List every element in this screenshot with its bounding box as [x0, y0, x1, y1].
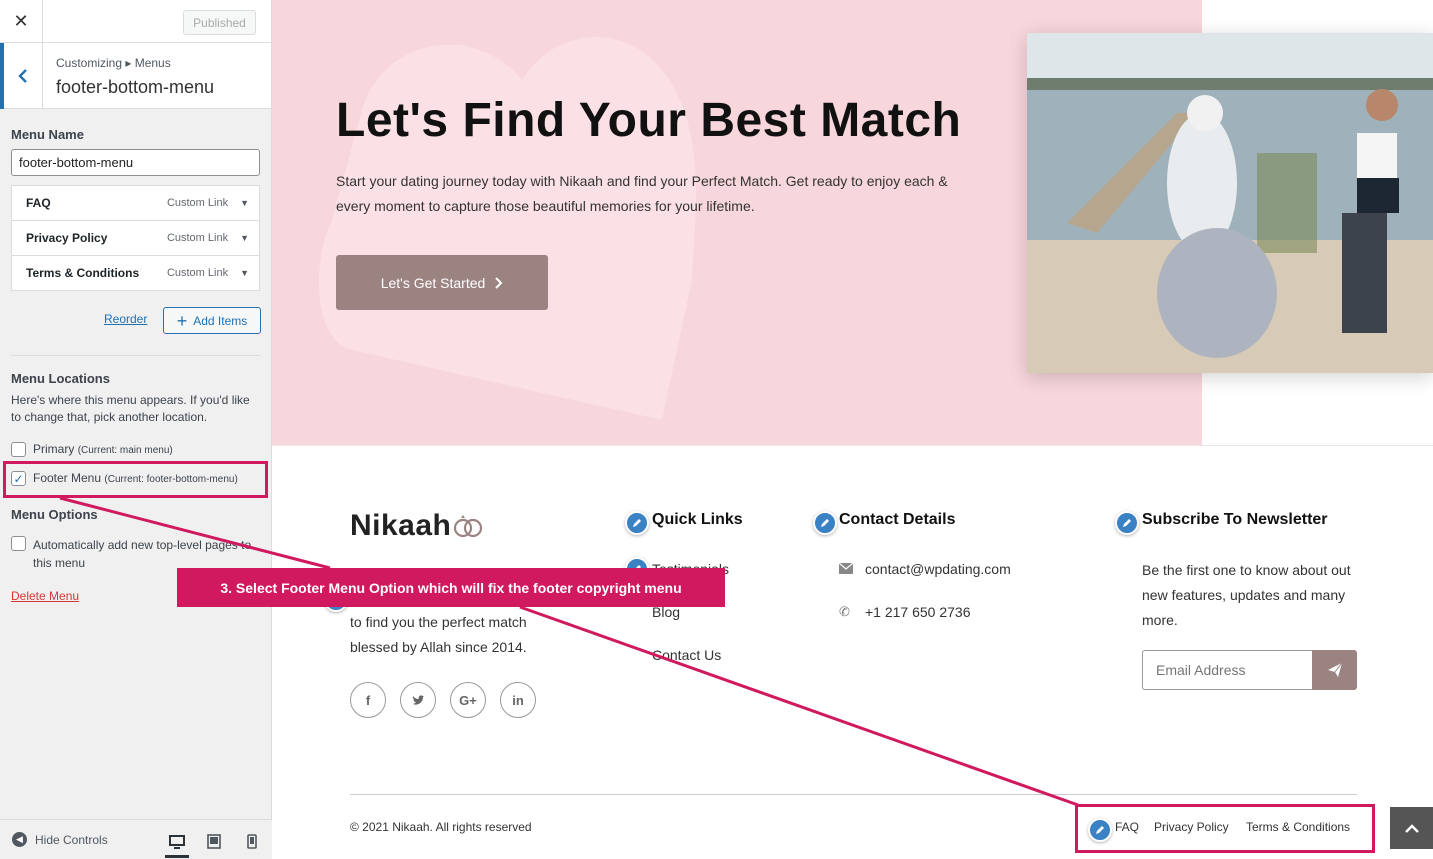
hide-controls-button[interactable]: ◀ Hide Controls [12, 832, 108, 847]
get-started-button[interactable]: Let's Get Started [336, 255, 548, 310]
delete-menu-link[interactable]: Delete Menu [11, 589, 79, 603]
rings-icon [454, 515, 483, 538]
plus-icon: + [176, 310, 188, 331]
copyright-text: © 2021 Nikaah. All rights reserved [350, 820, 532, 834]
chevron-left-icon [18, 69, 27, 83]
menu-items-list: FAQ Custom Link ▼ Privacy Policy Custom … [11, 185, 260, 291]
contact-details-title: Contact Details [839, 511, 956, 528]
tablet-icon [207, 833, 221, 849]
paper-plane-icon [1327, 662, 1342, 677]
mobile-icon [247, 833, 257, 849]
menu-name-label: Menu Name [11, 127, 84, 142]
caret-down-icon[interactable]: ▼ [240, 198, 249, 208]
customizer-sidebar: ✕ Published Customizing ▸ Menus footer-b… [0, 0, 272, 859]
logo-text: Nikaah [350, 509, 452, 542]
site-logo[interactable]: Nikaah [350, 509, 483, 543]
mobile-preview-button[interactable] [240, 830, 264, 852]
caret-down-icon[interactable]: ▼ [240, 233, 249, 243]
menu-item-faq[interactable]: FAQ Custom Link ▼ [11, 185, 260, 221]
section-title: footer-bottom-menu [56, 77, 215, 97]
menu-item-title: FAQ [26, 196, 51, 210]
hero-description: Start your dating journey today with Nik… [336, 173, 948, 214]
couple-photo [1027, 33, 1433, 373]
menu-item-title: Privacy Policy [26, 231, 108, 245]
auto-add-checkbox[interactable] [11, 536, 26, 551]
back-button[interactable] [0, 43, 43, 109]
chevron-up-icon [1404, 824, 1419, 833]
close-icon: ✕ [13, 11, 29, 31]
google-plus-icon[interactable]: G+ [450, 682, 486, 718]
site-preview: Let's Find Your Best Match Start your da… [272, 0, 1433, 859]
newsletter-email-input[interactable] [1142, 650, 1312, 690]
quick-links-title: Quick Links [652, 511, 743, 528]
menu-locations-description: Here's where this menu appears. If you'd… [11, 393, 250, 424]
breadcrumb: Customizing ▸ Menus [56, 56, 171, 70]
menu-item-privacy-policy[interactable]: Privacy Policy Custom Link ▼ [11, 220, 260, 256]
add-items-button[interactable]: + Add Items [163, 307, 261, 334]
primary-checkbox[interactable] [11, 442, 26, 457]
divider [11, 355, 260, 356]
highlight-footer-links [1075, 804, 1375, 853]
hero-title: Let's Find Your Best Match [336, 94, 962, 147]
chevron-right-icon [495, 276, 503, 289]
contact-phone[interactable]: +1 217 650 2736 [865, 604, 971, 620]
heart-shape-decoration [318, 37, 696, 420]
edit-shortcut-icon[interactable] [625, 511, 649, 535]
hide-controls-label: Hide Controls [35, 832, 108, 847]
subscribe-button[interactable] [1312, 650, 1357, 690]
menu-item-type: Custom Link [166, 267, 229, 279]
tablet-preview-button[interactable] [202, 830, 226, 852]
highlight-footer-menu-option [3, 461, 268, 498]
menu-locations-label: Menu Locations [11, 371, 110, 386]
section-header: Customizing ▸ Menus footer-bottom-menu [0, 43, 271, 109]
collapse-arrow-icon: ◀ [12, 832, 27, 847]
quick-link-contact[interactable]: Contact Us [652, 647, 721, 663]
linkedin-icon[interactable]: in [500, 682, 536, 718]
close-customizer-button[interactable]: ✕ [0, 0, 43, 43]
edit-shortcut-icon[interactable] [1115, 511, 1139, 535]
twitter-icon[interactable] [400, 682, 436, 718]
contact-email-row: contact@wpdating.com [838, 561, 1011, 577]
menu-options-label: Menu Options [11, 507, 98, 522]
reorder-link[interactable]: Reorder [104, 312, 147, 326]
location-label: Primary [33, 442, 75, 456]
get-started-label: Let's Get Started [380, 274, 486, 291]
customizer-topbar: ✕ Published [0, 0, 271, 43]
phone-icon: ✆ [839, 604, 850, 619]
auto-add-row[interactable]: Automatically add new top-level pages to… [11, 536, 263, 572]
edit-shortcut-icon[interactable] [813, 511, 837, 535]
auto-add-label: Automatically add new top-level pages to… [33, 538, 252, 570]
contact-email[interactable]: contact@wpdating.com [865, 561, 1011, 577]
annotation-tooltip: 3. Select Footer Menu Option which will … [177, 568, 725, 607]
facebook-icon[interactable]: f [350, 682, 386, 718]
menu-name-input[interactable] [11, 149, 260, 176]
menu-item-terms[interactable]: Terms & Conditions Custom Link ▼ [11, 255, 260, 291]
contact-phone-row: ✆ +1 217 650 2736 [839, 604, 971, 620]
caret-down-icon[interactable]: ▼ [240, 268, 249, 278]
newsletter-title: Subscribe To Newsletter [1142, 511, 1328, 528]
menu-item-title: Terms & Conditions [26, 266, 140, 280]
desktop-icon [169, 835, 185, 849]
footer-divider [350, 794, 1357, 795]
menu-item-type: Custom Link [166, 197, 229, 209]
section-divider [272, 445, 1433, 446]
customizer-footer: ◀ Hide Controls [0, 819, 272, 859]
newsletter-text: Be the first one to know about out new f… [1142, 562, 1351, 628]
menu-item-type: Custom Link [166, 232, 229, 244]
scroll-to-top-button[interactable] [1390, 807, 1433, 849]
location-current: (Current: main menu) [77, 445, 173, 456]
envelope-icon [838, 562, 854, 577]
about-text: to find you the perfect match blessed by… [350, 614, 527, 655]
published-button[interactable]: Published [183, 10, 256, 35]
desktop-preview-button[interactable] [165, 830, 189, 858]
add-items-label: Add Items [193, 313, 248, 328]
location-primary-row[interactable]: Primary (Current: main menu) [11, 442, 173, 457]
